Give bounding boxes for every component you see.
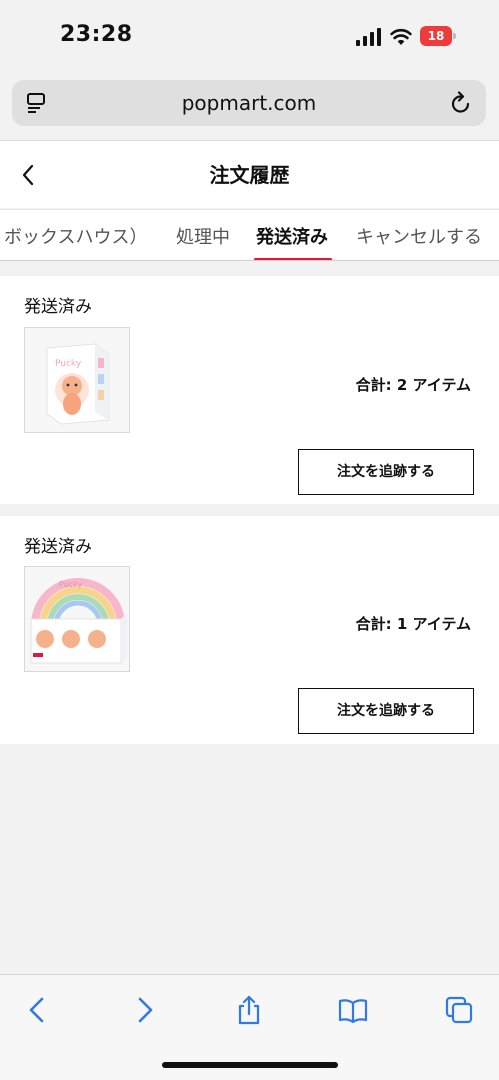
product-thumbnail[interactable]: Pucky — [24, 327, 130, 433]
tab-processing[interactable]: 処理中 — [176, 210, 230, 260]
order-status-tabs: ボックスハウス） 処理中 発送済み キャンセルする — [0, 209, 499, 261]
track-order-button[interactable]: 注文を追跡する — [298, 449, 474, 495]
item-total: 合計: 1 アイテム — [355, 615, 471, 633]
order-card: 発送済み Pucky 合計: 1 アイテム 注文を追跡する — [0, 516, 499, 744]
product-box-image: Pucky — [25, 567, 129, 671]
address-bar[interactable]: popmart.com — [12, 80, 486, 126]
battery-percent: 18 — [427, 29, 445, 43]
url-text[interactable]: popmart.com — [12, 80, 486, 126]
product-box-image: Pucky — [25, 328, 129, 432]
product-thumbnail[interactable]: Pucky — [24, 566, 130, 672]
tab-boxhouse[interactable]: ボックスハウス） — [4, 210, 147, 260]
share-icon[interactable] — [234, 995, 264, 1025]
status-time: 23:28 — [60, 22, 133, 47]
track-order-button[interactable]: 注文を追跡する — [298, 688, 474, 734]
home-indicator — [162, 1062, 338, 1068]
tab-shipped[interactable]: 発送済み — [256, 210, 328, 260]
app-header: 注文履歴 — [0, 140, 499, 208]
page-title: 注文履歴 — [209, 163, 290, 187]
tabs-icon[interactable] — [444, 995, 474, 1025]
order-status: 発送済み — [24, 297, 92, 317]
bookmarks-icon[interactable] — [338, 995, 368, 1025]
svg-text:Pucky: Pucky — [55, 359, 82, 369]
battery-icon: 18 — [420, 26, 456, 46]
reload-icon[interactable] — [450, 91, 472, 115]
order-card: 発送済み Pucky 合計: 2 アイテム 注文を追跡する — [0, 276, 499, 504]
status-bar: 23:28 18 — [0, 0, 499, 72]
active-tab-indicator — [254, 258, 332, 260]
item-total: 合計: 2 アイテム — [355, 376, 471, 394]
forward-icon[interactable] — [130, 995, 160, 1025]
cellular-signal-icon — [356, 28, 381, 46]
page: 23:28 18 popmart.com 注文履歴 ボックスハウス） 処理中 発… — [0, 0, 499, 1080]
order-status: 発送済み — [24, 537, 92, 557]
tab-cancelled[interactable]: キャンセルする — [356, 210, 482, 260]
svg-text:Pucky: Pucky — [59, 580, 83, 589]
wifi-icon — [390, 28, 412, 45]
back-icon[interactable] — [22, 995, 52, 1025]
